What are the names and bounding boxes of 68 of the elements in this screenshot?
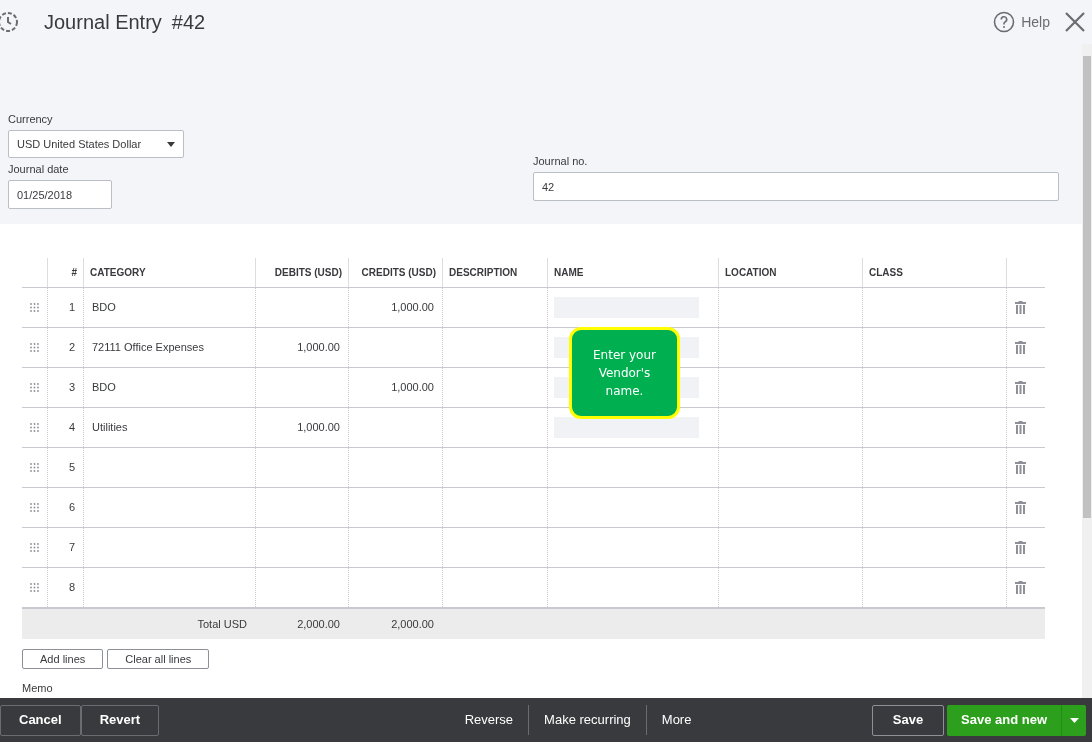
footer-button[interactable]: Revert xyxy=(80,704,160,736)
table-cell-text: 1,000.00 xyxy=(391,300,434,316)
table-cell-text: 1,000.00 xyxy=(391,380,434,396)
trash-icon[interactable] xyxy=(1015,381,1026,394)
line-number: 2 xyxy=(68,340,75,356)
table-cell-text: BDO xyxy=(92,300,116,316)
table-action-button[interactable]: Add lines xyxy=(22,649,104,669)
history-icon[interactable] xyxy=(0,10,20,34)
line-number: 6 xyxy=(68,500,75,516)
drag-handle-icon[interactable] xyxy=(30,343,39,352)
column-header: LOCATION xyxy=(725,266,777,280)
field-label: Journal no. xyxy=(533,154,589,168)
journal-number-field[interactable]: 42 xyxy=(533,172,1059,201)
table-cell-text: Utilities xyxy=(92,420,128,436)
trash-icon[interactable] xyxy=(1015,501,1026,514)
trash-icon[interactable] xyxy=(1015,301,1026,314)
help-icon xyxy=(993,11,1016,33)
field-label: Journal date xyxy=(8,162,70,176)
total-credit: 2,000.00 xyxy=(391,617,434,630)
drag-handle-icon[interactable] xyxy=(30,303,39,312)
column-header: CATEGORY xyxy=(90,266,146,280)
column-header: NAME xyxy=(554,266,584,280)
table-cell-text: 1,000.00 xyxy=(297,340,340,356)
close-icon[interactable] xyxy=(1064,11,1086,33)
column-header: DESCRIPTION xyxy=(449,266,518,280)
callout-tooltip: Enter your Vendor's name. xyxy=(569,327,680,419)
field-label: Currency xyxy=(8,112,54,126)
help-button[interactable]: Help xyxy=(993,11,1050,33)
caret-icon xyxy=(167,141,175,147)
drag-handle-icon[interactable] xyxy=(30,503,39,512)
column-header: DEBITS (USD) xyxy=(274,266,342,280)
trash-icon[interactable] xyxy=(1015,341,1026,354)
line-number: 3 xyxy=(68,380,75,396)
caret-icon xyxy=(1069,717,1079,723)
total-debit: 2,000.00 xyxy=(297,617,340,630)
save-button[interactable]: Save xyxy=(872,704,944,736)
memo-label: Memo xyxy=(22,681,54,696)
column-header: CREDITS (USD) xyxy=(361,266,436,280)
drag-handle-icon[interactable] xyxy=(30,383,39,392)
column-header: CLASS xyxy=(869,266,903,280)
trash-icon[interactable] xyxy=(1015,581,1026,594)
trash-icon[interactable] xyxy=(1015,461,1026,474)
drag-handle-icon[interactable] xyxy=(30,543,39,552)
table-action-button[interactable]: Clear all lines xyxy=(107,649,210,669)
drag-handle-icon[interactable] xyxy=(30,423,39,432)
line-number: 4 xyxy=(68,420,75,436)
scrollbar[interactable] xyxy=(1082,44,1092,698)
line-number: 7 xyxy=(68,540,75,556)
drag-handle-icon[interactable] xyxy=(30,583,39,592)
entry-number: #42 xyxy=(171,10,206,35)
table-cell-text: 1,000.00 xyxy=(297,420,340,436)
table-cell-text: 72111 Office Expenses xyxy=(92,340,204,356)
line-number: 1 xyxy=(68,300,75,316)
footer-link[interactable]: More xyxy=(646,710,707,730)
date-field[interactable]: 01/25/2018 xyxy=(8,180,112,209)
total-label: Total USD xyxy=(197,617,247,630)
footer-link[interactable]: Reverse xyxy=(449,710,529,730)
trash-icon[interactable] xyxy=(1015,541,1026,554)
column-header: # xyxy=(71,266,77,280)
trash-icon[interactable] xyxy=(1015,421,1026,434)
footer-button[interactable]: Cancel xyxy=(0,704,81,736)
page-title: Journal Entry xyxy=(44,10,162,35)
footer-link[interactable]: Make recurring xyxy=(529,710,646,730)
currency-dropdown[interactable]: USD United States Dollar xyxy=(8,130,184,158)
table-cell-text: BDO xyxy=(92,380,116,396)
drag-handle-icon[interactable] xyxy=(30,463,39,472)
line-number: 8 xyxy=(68,580,75,596)
line-number: 5 xyxy=(68,460,75,476)
